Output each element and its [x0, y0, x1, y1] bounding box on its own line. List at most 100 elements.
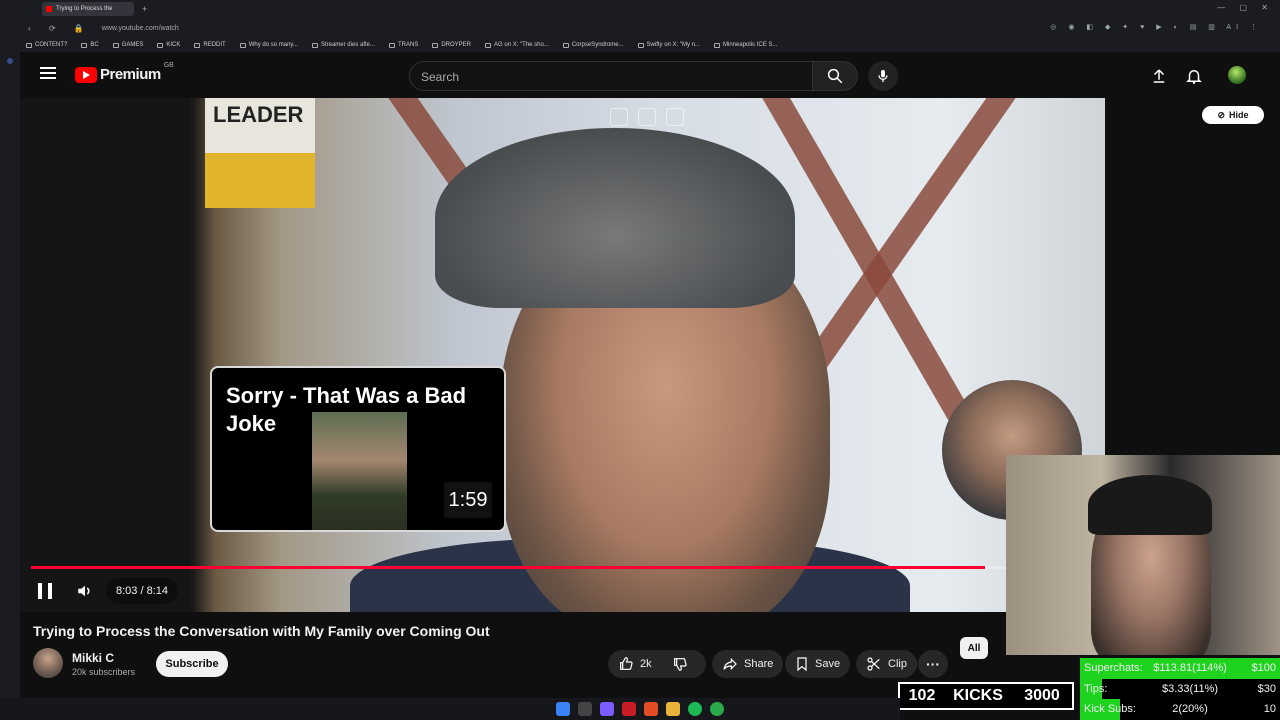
bookmark-item[interactable]: Why do so many...: [239, 42, 298, 48]
skip-icon[interactable]: [666, 108, 684, 126]
goal-label: Superchats:: [1084, 662, 1143, 675]
badge-text: LEADER: [213, 102, 304, 127]
bookmark-label: Why do so many...: [248, 42, 298, 48]
streamer-webcam: [1006, 455, 1280, 655]
progress-bar[interactable]: [31, 566, 1006, 569]
volume-button[interactable]: [76, 582, 94, 600]
progress-fill: [31, 566, 985, 569]
save-label: Save: [815, 658, 841, 670]
search-taskbar-icon[interactable]: [578, 702, 592, 716]
chrome-icon[interactable]: [644, 702, 658, 716]
bookmark-item[interactable]: GAMES: [112, 42, 144, 48]
bookmark-item[interactable]: Minneapolis ICE S...: [714, 42, 777, 48]
goal-row-tips: Tips: $3.33(11%) $30: [1080, 678, 1280, 700]
bookmark-folder-icon: [485, 42, 492, 48]
bookmark-item[interactable]: CorpseSyndrome...: [562, 42, 624, 48]
scissors-icon: [867, 657, 880, 671]
video-player[interactable]: LEADER: [20, 98, 1105, 612]
bookmark-label: GAMES: [121, 42, 144, 48]
thumbs-down-icon: [673, 658, 687, 671]
bookmark-item[interactable]: Swifty on X: "My n...: [637, 42, 700, 48]
clip-button[interactable]: Clip: [856, 650, 917, 678]
endcard-title: Sorry - That Was a Bad Joke: [226, 383, 467, 436]
eye-off-icon: ⊘: [1217, 109, 1226, 120]
chip-all[interactable]: All: [960, 637, 988, 659]
bookmark-label: REDDIT: [203, 42, 226, 48]
share-label: Share: [744, 658, 774, 670]
search-input[interactable]: Search: [409, 61, 813, 91]
kicks-goal-widget: 102 KICKS 3000: [898, 682, 1074, 710]
bookmark-item[interactable]: AG on X: "The sho...: [485, 42, 549, 48]
goal-target: 10: [1263, 703, 1276, 716]
opera-icon[interactable]: [622, 702, 636, 716]
browser-tab-active[interactable]: Trying to Process the: [42, 2, 134, 16]
video-frame-shadow: [20, 98, 190, 612]
channel-name[interactable]: Mikki C: [72, 651, 114, 665]
subscriber-count: 20k subscribers: [72, 667, 136, 677]
bookmark-folder-icon: [81, 42, 88, 48]
pause-button[interactable]: [38, 583, 52, 599]
donation-goals-widget: Superchats: $113.81(114%) $100 Tips: $3.…: [1080, 658, 1280, 720]
bookmark-item[interactable]: CONTENT?: [26, 42, 67, 48]
xbox-icon[interactable]: [710, 702, 724, 716]
window-controls[interactable]: — ▢ ✕: [1217, 3, 1274, 12]
url-field[interactable]: www.youtube.com/watch: [102, 25, 179, 32]
discord-icon[interactable]: [600, 702, 614, 716]
rail-icon[interactable]: [7, 58, 13, 64]
youtube-logo[interactable]: Premium GB: [75, 62, 174, 83]
spotify-icon[interactable]: [688, 702, 702, 716]
extension-icons[interactable]: ◎ ◉ ◧ ◆ ✦ ♥ ▶ ◐ ▤ ▥ AI ⋮: [1050, 23, 1262, 31]
bookmark-folder-icon: [432, 42, 439, 48]
browser-tab-strip: Trying to Process the + — ▢ ✕: [0, 0, 1280, 18]
bookmark-item[interactable]: Streamer dies afte...: [311, 42, 375, 48]
youtube-favicon-icon: [46, 6, 52, 12]
browser-side-rail: [0, 0, 20, 720]
subscribe-button[interactable]: Subscribe: [156, 651, 228, 677]
os-taskbar: [0, 698, 900, 720]
account-avatar[interactable]: [1228, 66, 1246, 84]
bookmark-folder-icon: [239, 42, 246, 48]
like-count: 2k: [640, 658, 652, 670]
goal-row-kick-subs: Kick Subs: 2(20%) 10: [1080, 699, 1280, 720]
miniplayer-icon[interactable]: [610, 108, 628, 126]
bookmarks-bar: CONTENT? BC GAMES KICK REDDIT Why do so many.…: [0, 38, 1280, 52]
save-button[interactable]: Save: [785, 650, 851, 678]
bookmark-label: AG on X: "The sho...: [494, 42, 549, 48]
browser-nav-buttons[interactable]: ‹ ⟳ 🔒: [28, 24, 92, 33]
voice-search-button[interactable]: [868, 61, 898, 91]
share-button[interactable]: Share: [712, 650, 784, 678]
bookmark-item[interactable]: DROYPER: [432, 42, 471, 48]
bookmark-folder-icon: [194, 42, 201, 48]
endscreen-video-card[interactable]: Sorry - That Was a Bad Joke 1:59: [210, 366, 506, 532]
webcam-hat: [1088, 475, 1212, 535]
upload-button[interactable]: [1147, 64, 1171, 88]
clip-label: Clip: [888, 658, 907, 670]
bookmark-label: Streamer dies afte...: [320, 42, 375, 48]
channel-avatar[interactable]: [33, 648, 63, 678]
bookmark-folder-icon: [562, 42, 569, 48]
menu-icon[interactable]: [40, 67, 56, 79]
enter-icon[interactable]: [638, 108, 656, 126]
search-button[interactable]: [812, 61, 858, 91]
like-dislike-group: 2k: [608, 650, 706, 678]
kicks-goal: 3000: [1024, 687, 1060, 704]
video-title: Trying to Process the Conversation with …: [33, 623, 490, 639]
volume-icon: [78, 585, 90, 597]
bookmark-item[interactable]: KICK: [157, 42, 180, 48]
new-tab-button[interactable]: +: [142, 4, 147, 14]
more-actions-button[interactable]: ···: [918, 650, 948, 678]
bookmark-folder-icon: [714, 42, 721, 48]
bookmark-item[interactable]: BC: [81, 42, 99, 48]
notifications-button[interactable]: [1182, 64, 1206, 88]
dislike-button[interactable]: [672, 656, 688, 672]
start-icon[interactable]: [556, 702, 570, 716]
folder-icon[interactable]: [666, 702, 680, 716]
goal-target: $100: [1251, 662, 1276, 675]
bookmark-item[interactable]: TRANS: [389, 42, 418, 48]
player-top-controls: [610, 108, 684, 126]
bookmark-icon: [797, 657, 807, 672]
bookmark-folder-icon: [389, 42, 395, 48]
bookmark-item[interactable]: REDDIT: [194, 42, 226, 48]
hide-button[interactable]: ⊘ Hide: [1202, 106, 1264, 124]
like-button[interactable]: 2k: [618, 656, 652, 672]
